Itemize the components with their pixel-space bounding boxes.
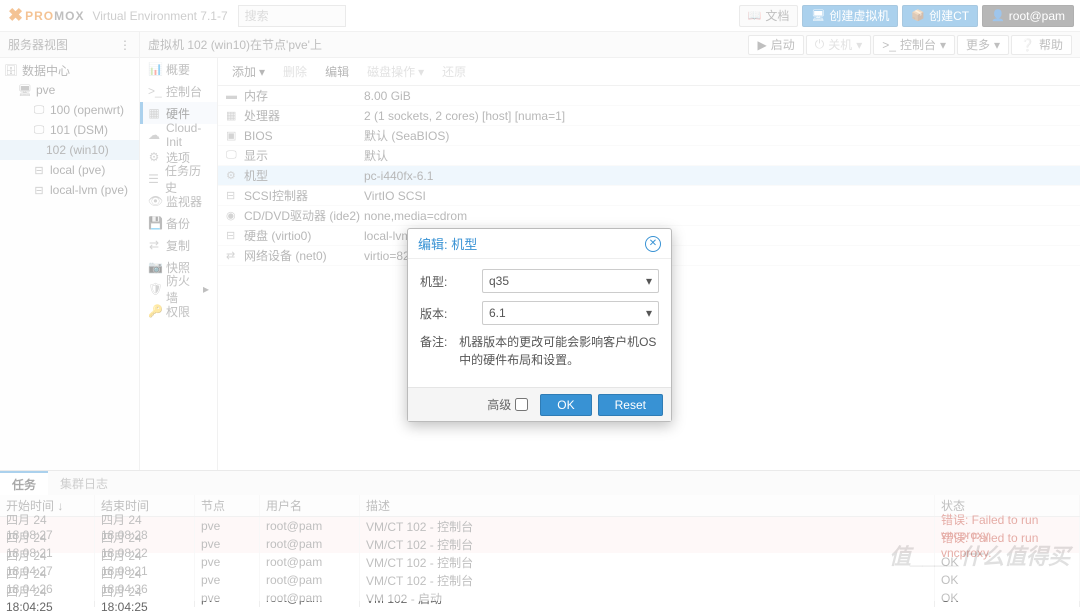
advanced-toggle[interactable]: 高级	[487, 396, 528, 413]
dialog-title: 编辑: 机型	[418, 234, 477, 253]
version-label: 版本:	[420, 305, 482, 322]
note-label: 备注:	[420, 333, 459, 350]
machine-label: 机型:	[420, 273, 482, 290]
reset-dialog-button[interactable]: Reset	[598, 394, 663, 416]
close-icon[interactable]: ✕	[645, 236, 661, 252]
edit-machine-dialog: 编辑: 机型 ✕ 机型: q35▾ 版本: 6.1▾ 备注: 机器版本的更改可能…	[407, 228, 672, 422]
machine-select[interactable]: q35▾	[482, 269, 659, 293]
note-text: 机器版本的更改可能会影响客户机OS中的硬件布局和设置。	[459, 333, 659, 369]
chevron-down-icon: ▾	[646, 274, 652, 288]
chevron-down-icon: ▾	[646, 306, 652, 320]
ok-button[interactable]: OK	[540, 394, 591, 416]
advanced-checkbox[interactable]	[515, 398, 528, 411]
dialog-header: 编辑: 机型 ✕	[408, 229, 671, 259]
version-select[interactable]: 6.1▾	[482, 301, 659, 325]
